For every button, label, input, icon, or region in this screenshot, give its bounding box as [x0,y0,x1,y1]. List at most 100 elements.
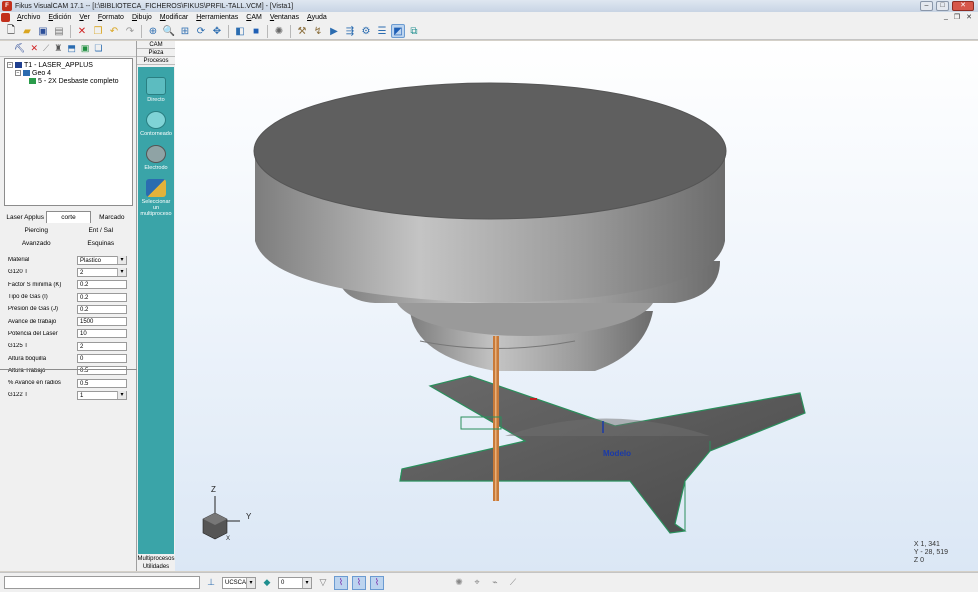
filter-icon[interactable]: ▽ [316,576,330,590]
tipo-gas-input[interactable]: 0.2 [77,292,127,302]
postprocess-icon[interactable]: ⇶ [343,24,357,38]
ucs-icon[interactable]: ⊥ [204,576,218,590]
zoom-window-icon[interactable]: ⊕ [146,24,160,38]
menu-edicion[interactable]: Edición [44,14,75,21]
tab-ent-sal[interactable]: Ent / Sal [69,225,134,236]
status-tool-4-icon[interactable]: ⟋ [506,576,520,590]
copy-icon[interactable]: ❐ [91,24,105,38]
layers-icon[interactable]: ❏ [94,43,102,54]
layer-icon[interactable]: ◆ [260,576,274,590]
tab-cam[interactable]: CAM [137,41,175,49]
doc-restore-button[interactable]: ❐ [954,13,960,21]
save-icon[interactable]: ▣ [36,24,50,38]
menu-formato[interactable]: Formato [94,14,128,21]
machine-icon[interactable]: ⛏ [14,43,25,54]
status-tool-1-icon[interactable]: ✺ [452,576,466,590]
tree-node-geometry[interactable]: − Geo 4 [7,69,130,77]
new-file-icon[interactable]: 🗋 [4,24,18,38]
print-icon[interactable]: ▤ [52,24,66,38]
snap-mode-2-icon[interactable]: ⌇ [352,575,366,590]
rotate-view-icon[interactable]: ⟳ [194,24,208,38]
g120-select[interactable]: 2 [77,267,127,277]
delete-icon[interactable]: ✕ [75,24,89,38]
snap-mode-3-icon[interactable]: ⌇ [370,575,384,590]
tree-node-tool[interactable]: − T1 - LASER_APPLUS [7,61,130,69]
factor-s-input[interactable]: 0.2 [77,280,127,290]
doc-minimize-button[interactable]: _ [944,13,948,21]
altura-trabajo-input[interactable]: 0.5 [77,366,127,376]
tree-node-label: Geo 4 [32,69,52,77]
cam-tool-directo[interactable]: Directo [138,77,174,103]
doc-close-button[interactable]: ✕ [966,13,972,21]
tab-utilidades[interactable]: Utilidades [137,563,175,571]
avance-radios-input[interactable]: 0.5 [77,378,127,388]
machine-icon[interactable]: ⚙ [359,24,373,38]
3d-viewport[interactable]: Z Y X Modelo X 1, 341 Y - 28, 519 Z 0 [175,41,978,571]
collapse-icon[interactable]: − [7,62,13,68]
undo-icon[interactable]: ↶ [107,24,121,38]
command-input[interactable] [4,576,200,589]
g125-input[interactable]: 2 [77,341,127,351]
delete-icon[interactable]: ✕ [30,43,38,54]
redo-icon[interactable]: ↷ [123,24,137,38]
tool-path-icon[interactable]: ⚒ [295,24,309,38]
process-icon[interactable]: ▣ [81,43,90,54]
collapse-icon[interactable]: − [15,70,21,76]
lights-icon[interactable]: ✺ [272,24,286,38]
tab-esquinas[interactable]: Esquinas [69,238,134,249]
open-folder-icon[interactable]: ▰ [20,24,34,38]
drill-icon[interactable]: ↯ [311,24,325,38]
cam-tool-contorneado[interactable]: Contorneado [138,111,174,137]
menu-archivo[interactable]: Archivo [13,14,44,21]
status-tool-2-icon[interactable]: ⌖ [470,576,484,590]
cam-tool-label: Contorneado [140,131,172,137]
menu-dibujo[interactable]: Dibujo [128,14,156,21]
snap-mode-1-icon[interactable]: ⌇ [334,575,348,590]
database-icon[interactable]: ⬒ [67,43,76,54]
minimize-button[interactable]: – [920,1,933,11]
cam-mode-icon[interactable]: ◩ [391,24,405,38]
direct-process-icon [146,77,166,95]
presion-gas-input[interactable]: 0.2 [77,304,127,314]
tool-icon[interactable]: ♜ [54,43,62,54]
model-label: Modelo [603,449,631,458]
tab-corte[interactable]: corte [46,211,91,223]
layer-select[interactable]: 0 [278,576,312,589]
settings-icon[interactable]: ☰ [375,24,389,38]
tab-avanzado[interactable]: Avanzado [4,238,69,249]
altura-boquilla-input[interactable]: 0 [77,354,127,364]
zoom-realtime-icon[interactable]: 🔍 [162,24,176,38]
tab-pieza[interactable]: Pieza [137,49,175,57]
potencia-input[interactable]: 10 [77,329,127,339]
maximize-button[interactable]: □ [936,1,949,11]
cam-tool-multiproceso[interactable]: Seleccionar un multiproceso [138,179,174,217]
menu-cam[interactable]: CAM [242,14,266,21]
zoom-extents-icon[interactable]: ⊞ [178,24,192,38]
menu-ver[interactable]: Ver [75,14,94,21]
close-button[interactable]: ✕ [952,1,974,11]
menu-ventanas[interactable]: Ventanas [266,14,303,21]
ucs-select[interactable]: UCSCAM [222,576,256,589]
verify-icon[interactable]: ⧉ [407,24,421,38]
menu-herramientas[interactable]: Herramientas [192,14,242,21]
material-select[interactable]: Plastico [77,255,127,265]
status-tool-3-icon[interactable]: ⌁ [488,576,502,590]
param-label: Presion de Gas (J) [8,306,59,313]
menu-ayuda[interactable]: Ayuda [303,14,331,21]
tab-piercing[interactable]: Piercing [4,225,69,236]
tab-laser-applus[interactable]: Laser Applus [4,212,46,223]
avance-input[interactable]: 1500 [77,317,127,327]
view-layers-icon[interactable]: ◧ [233,24,247,38]
simulation-icon[interactable]: ▶ [327,24,341,38]
path-icon[interactable]: ⟋ [43,43,49,54]
g122-select[interactable]: 1 [77,390,127,400]
cam-tool-electrodo[interactable]: Electrodo [138,145,174,171]
pan-icon[interactable]: ✥ [210,24,224,38]
tab-marcado[interactable]: Marcado [91,212,133,223]
tab-procesos[interactable]: Procesos [137,57,175,65]
document-icon[interactable] [1,13,10,22]
tab-multiprocesos[interactable]: Multiprocesos [137,555,175,563]
shaded-view-icon[interactable]: ■ [249,24,263,38]
menu-modificar[interactable]: Modificar [156,14,192,21]
tree-node-process[interactable]: 5 - 2X Desbaste completo [7,77,130,85]
